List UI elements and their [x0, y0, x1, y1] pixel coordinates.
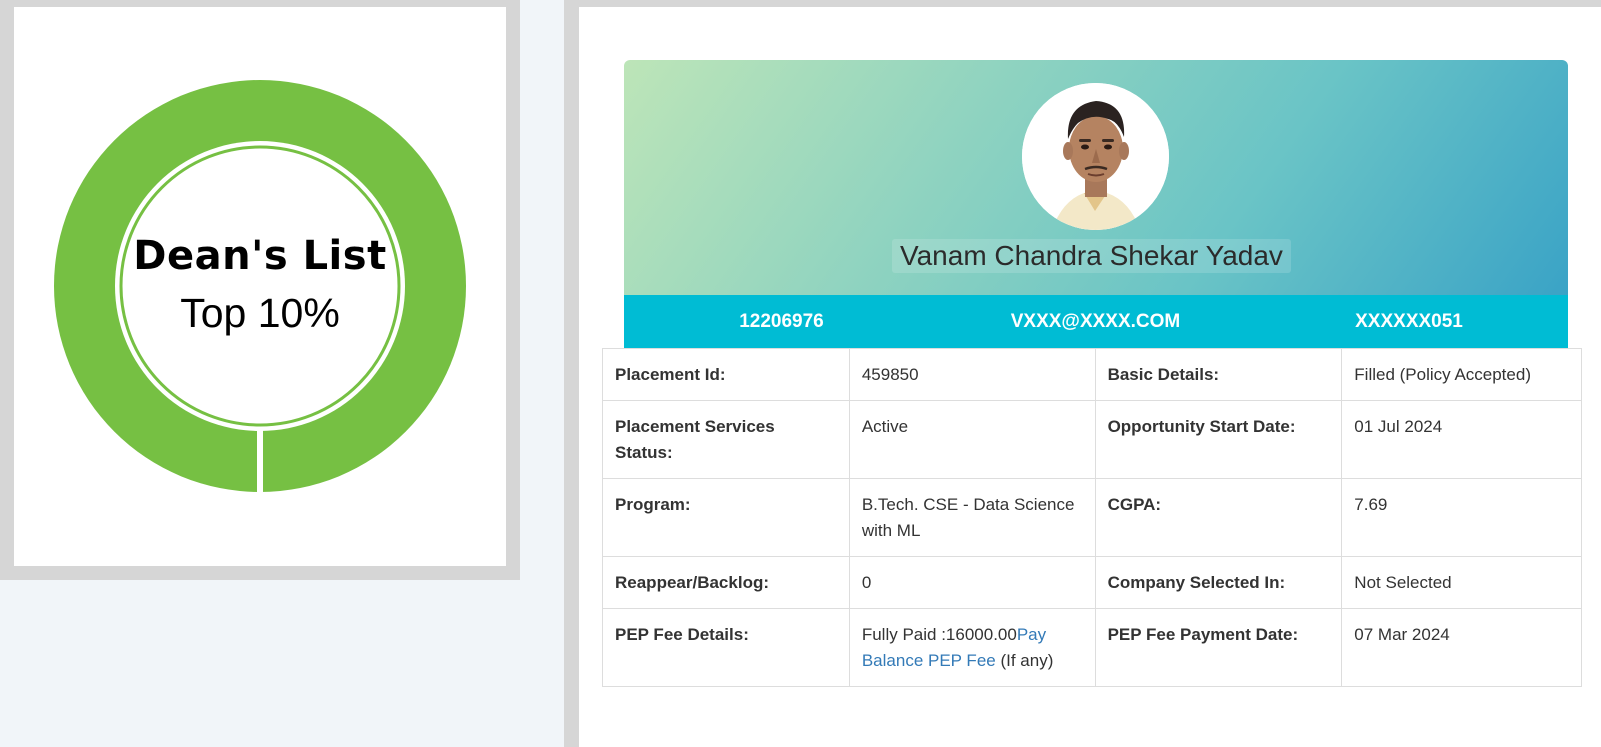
student-name: Vanam Chandra Shekar Yadav — [892, 239, 1291, 273]
email-address: VXXX@XXXX.COM — [1010, 311, 1181, 332]
if-any-note: (If any) — [995, 651, 1054, 670]
table-row: PEP Fee Details: Fully Paid :16000.00Pay… — [602, 608, 1582, 687]
detail-value: 7.69 — [1341, 478, 1582, 557]
detail-value: 07 Mar 2024 — [1341, 608, 1582, 687]
student-photo-icon — [1022, 83, 1169, 230]
detail-label: PEP Fee Payment Date: — [1094, 608, 1343, 687]
detail-label: Placement Services Status: — [602, 400, 850, 479]
avatar — [1022, 83, 1169, 230]
detail-value: 0 — [848, 556, 1096, 609]
badge-ring-icon — [54, 80, 466, 492]
detail-value: 459850 — [848, 348, 1096, 401]
detail-value: Filled (Policy Accepted) — [1341, 348, 1582, 401]
contact-info-bar: 12206976 VXXX@XXXX.COM XXXXXX051 — [624, 295, 1568, 348]
table-row: Program: B.Tech. CSE - Data Science with… — [602, 478, 1582, 557]
detail-value: Active — [848, 400, 1096, 479]
detail-label: CGPA: — [1094, 478, 1343, 557]
badge-title: Dean's List — [133, 233, 387, 279]
pep-fee-details: Fully Paid :16000.00Pay Balance PEP Fee … — [848, 608, 1096, 687]
registration-number: 12206976 — [739, 311, 824, 332]
detail-label: PEP Fee Details: — [602, 608, 850, 687]
detail-value: B.Tech. CSE - Data Science with ML — [848, 478, 1096, 557]
detail-label: Company Selected In: — [1094, 556, 1343, 609]
table-row: Reappear/Backlog: 0 Company Selected In:… — [602, 556, 1582, 609]
detail-label: Basic Details: — [1094, 348, 1343, 401]
detail-value: 01 Jul 2024 — [1341, 400, 1582, 479]
detail-label: Program: — [602, 478, 850, 557]
badge-card: Dean's List Top 10% — [14, 7, 506, 566]
detail-label: Opportunity Start Date: — [1094, 400, 1343, 479]
phone-number: XXXXXX051 — [1355, 311, 1463, 332]
table-row: Placement Services Status: Active Opport… — [602, 400, 1582, 479]
badge-subtitle: Top 10% — [180, 290, 340, 336]
pep-fee-status: Fully Paid :16000.00 — [861, 625, 1017, 644]
deans-list-badge-panel: Dean's List Top 10% — [0, 0, 520, 580]
table-row: Placement Id: 459850 Basic Details: Fill… — [602, 348, 1582, 401]
detail-label: Placement Id: — [602, 348, 850, 401]
detail-label: Reappear/Backlog: — [602, 556, 850, 609]
placement-details-table: Placement Id: 459850 Basic Details: Fill… — [602, 348, 1582, 687]
detail-value: Not Selected — [1341, 556, 1582, 609]
